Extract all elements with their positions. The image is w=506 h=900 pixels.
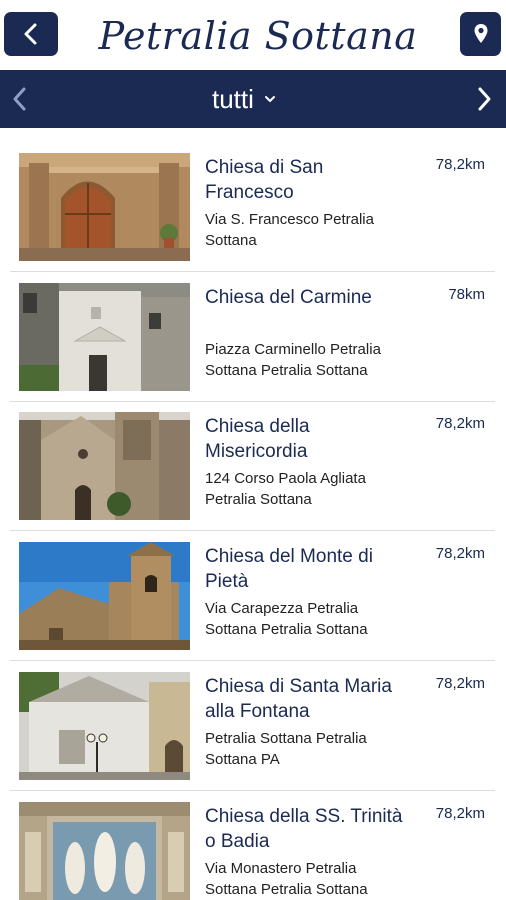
- church-address: 124 Corso Paola Agliata Petralia Sottana: [205, 470, 366, 508]
- map-pin-icon: [474, 24, 487, 43]
- chevron-left-icon: [24, 23, 37, 45]
- list-item[interactable]: Chiesa della Misericordia 124 Corso Paol…: [10, 400, 495, 529]
- church-distance: 78,2km: [435, 415, 485, 432]
- list-item[interactable]: Chiesa di Santa Maria alla Fontana Petra…: [10, 660, 495, 789]
- church-photo: [19, 542, 190, 650]
- category-selected-label: tutti: [212, 83, 254, 114]
- church-photo: [19, 672, 190, 780]
- church-name: Chiesa della Misericordia: [205, 416, 310, 462]
- church-distance: 78,2km: [435, 156, 485, 173]
- chevron-down-icon: [264, 96, 275, 102]
- chevron-right-icon: [478, 87, 491, 111]
- church-distance: 78,2km: [435, 805, 485, 822]
- category-filter-bar: tutti: [0, 70, 506, 128]
- church-photo: [19, 802, 190, 900]
- chevron-left-icon: [13, 87, 26, 111]
- page-title: Petralia Sottana: [98, 14, 418, 58]
- list-item[interactable]: Chiesa di San Francesco Via S. Francesco…: [10, 141, 495, 270]
- church-address: Via Monastero Petralia Sottana Petralia …: [205, 860, 368, 898]
- category-dropdown[interactable]: tutti: [212, 80, 276, 118]
- church-photo: [19, 153, 190, 261]
- church-name: Chiesa di San Francesco: [205, 157, 324, 203]
- next-category-button[interactable]: [472, 85, 496, 113]
- church-address: Via S. Francesco Petralia Sottana: [205, 211, 374, 249]
- church-distance: 78km: [448, 286, 485, 303]
- church-address: Petralia Sottana Petralia Sottana PA: [205, 730, 367, 768]
- church-list: Chiesa di San Francesco Via S. Francesco…: [0, 128, 506, 900]
- list-item[interactable]: Chiesa del Carmine Piazza Carminello Pet…: [10, 271, 495, 400]
- app-header: Petralia Sottana: [0, 0, 506, 70]
- church-address: Via Carapezza Petralia Sottana Petralia …: [205, 600, 368, 638]
- list-item[interactable]: Chiesa della SS. Trinità o Badia Via Mon…: [10, 790, 495, 900]
- back-button[interactable]: [4, 12, 58, 56]
- church-address: Piazza Carminello Petralia Sottana Petra…: [205, 341, 381, 379]
- location-button[interactable]: [460, 12, 501, 56]
- church-photo: [19, 412, 190, 520]
- church-photo: [19, 283, 190, 391]
- church-name: Chiesa di Santa Maria alla Fontana: [205, 676, 392, 722]
- church-distance: 78,2km: [435, 545, 485, 562]
- previous-category-button[interactable]: [8, 85, 32, 113]
- church-name: Chiesa della SS. Trinità o Badia: [205, 806, 403, 852]
- church-name: Chiesa del Monte di Pietà: [205, 546, 373, 592]
- church-name: Chiesa del Carmine: [205, 287, 372, 308]
- list-item[interactable]: Chiesa del Monte di Pietà Via Carapezza …: [10, 530, 495, 659]
- church-distance: 78,2km: [435, 675, 485, 692]
